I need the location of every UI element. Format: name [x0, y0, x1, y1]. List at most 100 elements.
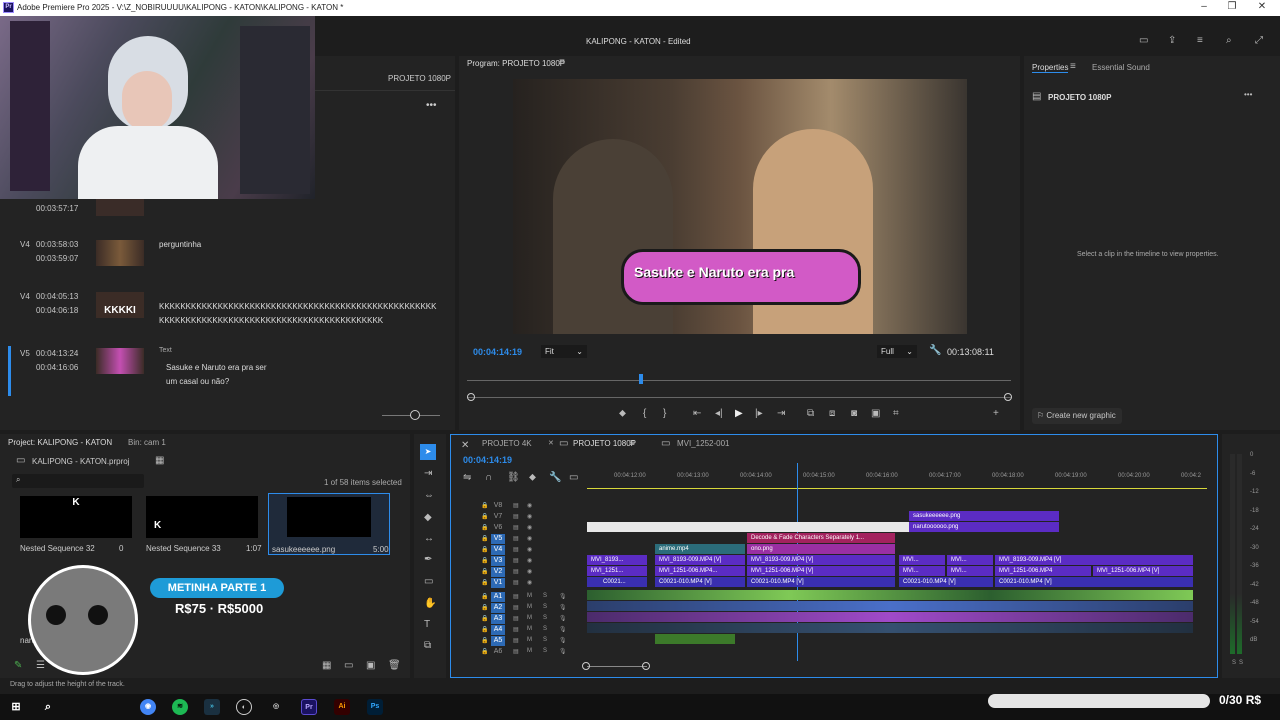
eye-icon[interactable]: ◉ [527, 579, 532, 586]
clip[interactable]: C0021-010.MP4 [V] [899, 577, 993, 587]
eye-icon[interactable]: ◉ [527, 502, 532, 509]
close-tab-icon[interactable]: ✕ [548, 439, 554, 447]
audio-track-header[interactable]: A3 🔒 ▤ M S 🎙 [451, 614, 587, 625]
nest-icon[interactable]: ⇋ [463, 472, 471, 483]
clip[interactable]: MVI_8193-009.MP4 [V] [655, 555, 745, 565]
solo-icon[interactable]: S [543, 637, 547, 643]
track-label[interactable]: A1 [491, 592, 505, 602]
clip[interactable]: MVI_1251-006.MP4 [995, 566, 1091, 576]
mute-icon[interactable]: M [527, 637, 532, 643]
panel-layout-icon[interactable]: ▭ [1139, 35, 1148, 46]
bin-title[interactable]: Bin: cam 1 [128, 438, 166, 447]
video-track-header[interactable]: V6 🔒 ▤ ◉ [451, 523, 587, 534]
clip[interactable]: C0021-010.MP4 [V] [995, 577, 1193, 587]
clip[interactable]: MVI_8193... [587, 555, 647, 565]
caption-text[interactable]: Sasuke e Naruto era pra ser [166, 363, 267, 372]
solo-right-icon[interactable]: S [1239, 660, 1243, 666]
clip[interactable]: MVI_1251-006.MP4 [V] [747, 566, 895, 576]
tab-sequence[interactable]: PROJETO 4K [482, 439, 532, 448]
create-graphic-button[interactable]: ⚐ Create new graphic [1032, 408, 1122, 424]
vr-icon[interactable]: ⌗ [893, 408, 899, 419]
wrench-icon[interactable]: 🔧 [929, 345, 941, 356]
sync-icon[interactable]: ▤ [513, 637, 519, 644]
track-label[interactable]: V6 [491, 523, 505, 533]
mic-icon[interactable]: 🎙 [559, 615, 567, 622]
clip[interactable]: MVI_8193-009.MP4 [V] [995, 555, 1193, 565]
clip[interactable]: MVI... [947, 566, 993, 576]
scroll-handle-right[interactable] [642, 662, 650, 670]
caption-row[interactable]: V4 00:04:05:13 00:04:06:18 KKKKI KKKKKKK… [0, 288, 455, 338]
lock-icon[interactable]: 🔒 [481, 579, 488, 586]
solo-icon[interactable]: S [543, 648, 547, 654]
lock-icon[interactable]: 🔒 [481, 604, 488, 611]
program-playhead[interactable] [639, 374, 643, 384]
video-track-header[interactable]: V5 🔒 ▤ ◉ [451, 534, 587, 545]
clip[interactable]: ono.png [747, 544, 895, 554]
clip-white[interactable] [587, 522, 909, 532]
caption-row-selected[interactable]: V5 00:04:13:24 00:04:16:06 Text Sasuke e… [0, 344, 455, 400]
razor-tool-icon[interactable]: ◆ [424, 512, 432, 523]
track-label[interactable]: A5 [491, 636, 505, 646]
clip[interactable]: narutoooooo.png [909, 522, 1059, 532]
clip[interactable]: anime.mp4 [655, 544, 745, 554]
photoshop-icon[interactable]: Ps [367, 699, 383, 715]
mute-icon[interactable]: M [527, 626, 532, 632]
track-select-icon[interactable]: ⇥ [424, 468, 432, 479]
sync-icon[interactable]: ▤ [513, 579, 519, 586]
chrome-icon[interactable]: ◉ [140, 699, 156, 715]
clip[interactable]: MVI... [899, 555, 945, 565]
eye-icon[interactable]: ◉ [527, 524, 532, 531]
lock-icon[interactable]: 🔒 [481, 615, 488, 622]
add-button-icon[interactable]: + [993, 408, 999, 419]
sync-icon[interactable]: ▤ [513, 615, 519, 622]
new-item-icon[interactable]: ▣ [366, 660, 375, 671]
video-track-header[interactable]: V7 🔒 ▤ ◉ [451, 512, 587, 523]
play-icon[interactable]: ▶ [735, 408, 743, 419]
camera-icon[interactable]: ◙ [851, 408, 857, 419]
sync-icon[interactable]: ▤ [513, 535, 519, 542]
audio-clip-a3[interactable] [587, 612, 1193, 622]
mic-icon[interactable]: 🎙 [559, 604, 567, 611]
marker-icon[interactable]: ⬥ [619, 408, 626, 419]
clip[interactable]: C0021-010.MP4 [V] [747, 577, 895, 587]
mic-icon[interactable]: 🎙 [559, 637, 567, 644]
video-track-header[interactable]: V8 🔒 ▤ ◉ [451, 501, 587, 512]
project-search-input[interactable]: ⌕ [12, 474, 144, 488]
clip[interactable]: MVI_1251-006.MP4... [655, 566, 745, 576]
video-track-header[interactable]: V1 🔒 ▤ ◉ [451, 578, 587, 589]
eye-icon[interactable]: ◉ [527, 568, 532, 575]
menu-icon[interactable]: ≡ [1197, 35, 1203, 46]
app-icon[interactable]: ◎ [268, 699, 284, 715]
illustrator-icon[interactable]: Ai [334, 699, 350, 715]
audio-clip-a5[interactable] [655, 634, 735, 644]
track-label[interactable]: V4 [491, 545, 505, 555]
eye-icon[interactable]: ◉ [527, 535, 532, 542]
zoom-handle-right[interactable] [1004, 393, 1012, 401]
sync-icon[interactable]: ▤ [513, 568, 519, 575]
more-options-icon[interactable]: ••• [1244, 90, 1252, 99]
panel-menu-icon[interactable]: ≡ [559, 57, 565, 68]
track-label[interactable]: V3 [491, 556, 505, 566]
mark-in-icon[interactable]: { [643, 408, 646, 419]
eye-icon[interactable]: ◉ [527, 546, 532, 553]
new-bin-icon[interactable]: ▦ [155, 455, 164, 466]
track-label[interactable]: A4 [491, 625, 505, 635]
mute-icon[interactable]: M [527, 615, 532, 621]
fit-dropdown[interactable]: Fit ⌄ [541, 345, 587, 358]
linked-selection-icon[interactable]: ⛓ [507, 472, 520, 483]
lock-icon[interactable]: 🔒 [481, 568, 488, 575]
panel-menu-icon[interactable]: ≡ [1070, 61, 1076, 72]
lock-icon[interactable]: 🔒 [481, 557, 488, 564]
project-item-selected[interactable]: sasukeeeeee.png 5:00 [268, 493, 390, 555]
scroll-handle-left[interactable] [582, 662, 590, 670]
terminal-icon[interactable]: » [204, 699, 220, 715]
project-item-thumb[interactable]: K [146, 496, 258, 538]
timeline-scrollbar[interactable] [587, 666, 647, 667]
lock-icon[interactable]: 🔒 [481, 535, 488, 542]
audio-track-header[interactable]: A6 🔒 ▤ M S 🎙 [451, 647, 587, 658]
solo-icon[interactable]: S [543, 615, 547, 621]
search-icon[interactable]: ⌕ [1226, 35, 1232, 46]
lock-icon[interactable]: 🔒 [481, 502, 488, 509]
captions-icon[interactable]: ▭ [569, 472, 578, 483]
extract-icon[interactable]: ⧈ [829, 408, 835, 419]
